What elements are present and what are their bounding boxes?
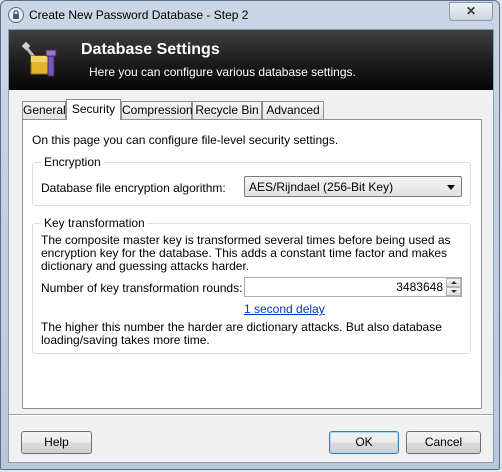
close-icon: ✕ (465, 4, 477, 18)
help-button[interactable]: Help (21, 431, 92, 454)
rounds-input[interactable]: 3483648 (244, 277, 462, 297)
tab-compression[interactable]: Compression (121, 101, 193, 119)
banner-subtitle: Here you can configure various database … (89, 65, 356, 79)
security-intro-text: On this page you can configure file-leve… (32, 133, 339, 147)
cancel-button[interactable]: Cancel (406, 431, 481, 454)
keepass-lock-icon (8, 7, 24, 23)
banner-title: Database Settings (81, 41, 220, 58)
database-settings-icon (21, 41, 57, 77)
dialog-client-area: Database Settings Here you can configure… (8, 29, 494, 463)
encryption-group-label: Encryption (41, 155, 104, 169)
security-tab-panel: On this page you can configure file-leve… (22, 119, 482, 409)
dialog-window: Create New Password Database - Step 2 ✕ … (0, 0, 500, 470)
rounds-stepper (446, 278, 461, 296)
footer-separator (9, 414, 493, 416)
tab-advanced[interactable]: Advanced (262, 101, 324, 119)
one-second-delay-link[interactable]: 1 second delay (244, 302, 325, 316)
encryption-group: Encryption Database file encryption algo… (32, 155, 471, 206)
encryption-algorithm-label: Database file encryption algorithm: (41, 181, 226, 195)
rounds-value: 3483648 (396, 280, 443, 294)
banner: Database Settings Here you can configure… (9, 30, 493, 90)
chevron-down-icon (447, 185, 455, 190)
tab-security[interactable]: Security (66, 99, 121, 120)
title-bar[interactable]: Create New Password Database - Step 2 ✕ (1, 1, 499, 29)
window-title: Create New Password Database - Step 2 (29, 8, 249, 22)
key-transformation-group-label: Key transformation (41, 216, 148, 230)
key-transformation-note: The higher this number the harder are di… (41, 320, 442, 347)
encryption-algorithm-select[interactable]: AES/Rijndael (256-Bit Key) (244, 176, 462, 197)
encryption-algorithm-value: AES/Rijndael (256-Bit Key) (249, 180, 394, 194)
arrow-down-icon (451, 290, 457, 293)
key-transformation-group: Key transformation The composite master … (32, 216, 471, 354)
ok-button[interactable]: OK (329, 431, 399, 454)
rounds-decrement-button[interactable] (446, 287, 461, 296)
rounds-label: Number of key transformation rounds: (41, 281, 243, 295)
rounds-increment-button[interactable] (446, 278, 461, 287)
tab-general[interactable]: General (22, 101, 66, 119)
close-button[interactable]: ✕ (449, 2, 493, 21)
arrow-up-icon (451, 281, 457, 284)
key-transformation-description: The composite master key is transformed … (41, 233, 451, 273)
tab-recycle-bin[interactable]: Recycle Bin (192, 101, 262, 119)
